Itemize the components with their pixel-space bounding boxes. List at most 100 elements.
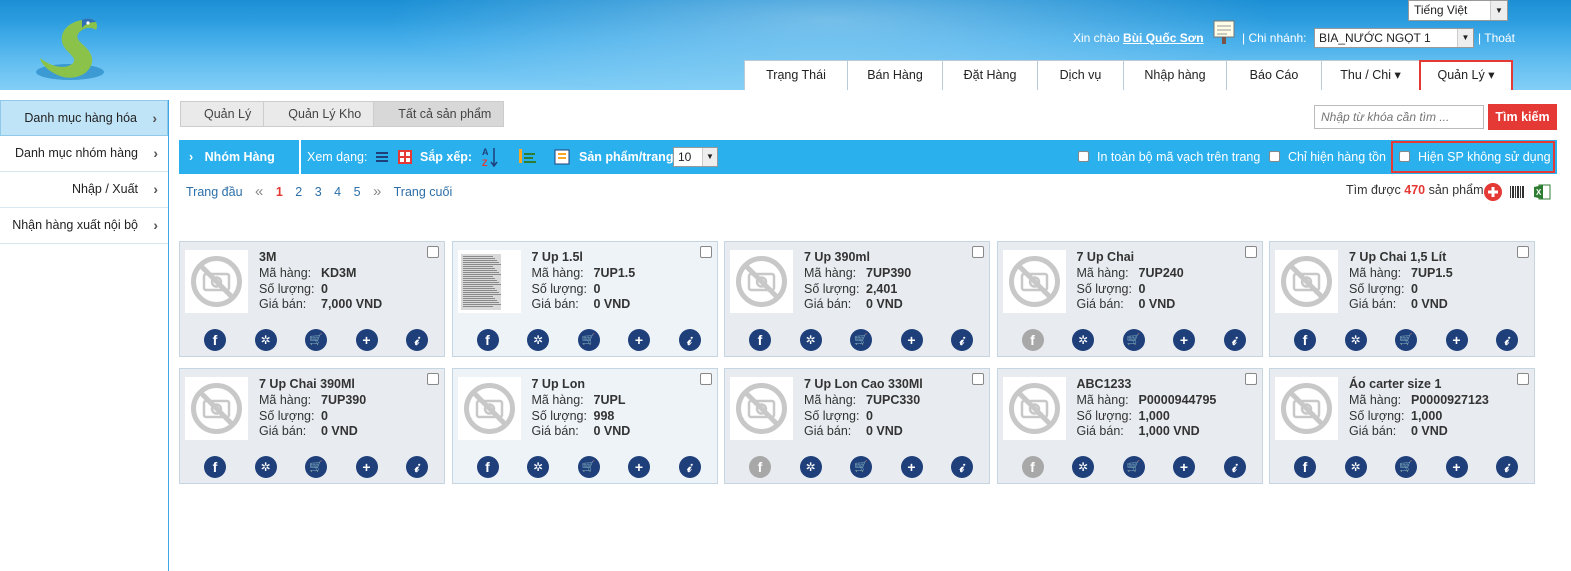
product-image[interactable] [185, 250, 248, 313]
product-select-checkbox[interactable] [427, 373, 439, 385]
settings-icon[interactable]: ✲ [799, 456, 822, 478]
product-card[interactable]: ABC1233 Mã hàng: P0000944795 Số lượng: 1,000… [996, 368, 1263, 484]
facebook-icon[interactable]: f [1294, 329, 1316, 351]
facebook-icon[interactable]: f [1021, 456, 1044, 478]
add-icon[interactable]: + [900, 456, 923, 478]
tab-ban-hang[interactable]: Bán Hàng [847, 60, 943, 90]
product-name[interactable]: 7 Up Chai 390Ml [259, 377, 355, 391]
product-select-checkbox[interactable] [1244, 246, 1257, 258]
settings-icon[interactable]: ✲ [527, 329, 549, 351]
product-name[interactable]: 7 Up Lon Cao 330Ml [804, 377, 923, 391]
product-card[interactable]: 7 Up Chai 1,5 Lít Mã hàng: 7UP1.5 Số lượng:… [1269, 241, 1535, 357]
next-page-link[interactable]: » [373, 183, 381, 200]
settings-icon[interactable]: ✲ [1072, 456, 1094, 478]
settings-icon[interactable]: ✲ [1344, 329, 1367, 351]
edit-icon[interactable]: 𝒾 [678, 456, 701, 478]
sidebar-item-nhap-xuat[interactable]: Nhập / Xuất › [0, 172, 168, 208]
tab-dich-vu[interactable]: Dịch vụ [1037, 60, 1124, 90]
cart-icon[interactable]: 🛒 [1122, 456, 1145, 478]
facebook-icon[interactable]: f [749, 456, 771, 478]
product-name[interactable]: 7 Up Lon [532, 377, 585, 391]
edit-icon[interactable]: 𝒾 [678, 329, 701, 351]
product-name[interactable]: Áo carter size 1 [1349, 377, 1441, 391]
cart-icon[interactable]: 🛒 [1395, 329, 1417, 351]
edit-icon[interactable]: 𝒾 [1496, 456, 1518, 478]
tab-bao-cao[interactable]: Báo Cáo [1226, 60, 1322, 90]
logout-link[interactable]: | Thoát [1478, 31, 1515, 45]
add-icon[interactable]: + [1445, 456, 1468, 478]
edit-icon[interactable]: 𝒾 [1496, 329, 1518, 351]
product-image[interactable] [185, 377, 248, 440]
add-product-icon[interactable] [1483, 182, 1503, 202]
notepad-icon[interactable] [1211, 19, 1237, 45]
product-card[interactable]: Áo carter size 1 Mã hàng: P0000927123 Số lư… [1269, 368, 1535, 484]
product-name[interactable]: 7 Up Chai [1077, 250, 1135, 264]
settings-icon[interactable]: ✲ [254, 456, 277, 478]
product-card[interactable]: 7 Up Chai 390Ml Mã hàng: 7UP390 Số lượng: 0 G… [179, 368, 445, 484]
facebook-icon[interactable]: f [476, 329, 499, 351]
add-icon[interactable]: + [628, 456, 650, 478]
cart-icon[interactable]: 🛒 [1395, 456, 1417, 478]
facebook-icon[interactable]: f [204, 456, 226, 478]
cart-icon[interactable]: 🛒 [577, 329, 600, 351]
sort-az-icon[interactable]: A Z [481, 146, 499, 168]
language-select[interactable]: Tiếng Việt ▼ [1408, 0, 1508, 21]
product-image[interactable] [1275, 377, 1338, 440]
product-card[interactable]: 3M Mã hàng: KD3M Số lượng: 0 Giá bán: 7,000 VN… [179, 241, 445, 357]
print-all-checkbox[interactable] [1078, 151, 1089, 162]
facebook-icon[interactable]: f [204, 329, 226, 351]
search-button[interactable]: Tìm kiếm [1488, 104, 1557, 130]
page-link[interactable]: 5 [354, 185, 361, 199]
grid-view-icon[interactable] [397, 149, 413, 165]
add-icon[interactable]: + [900, 329, 923, 351]
facebook-icon[interactable]: f [476, 456, 499, 478]
product-name[interactable]: 7 Up 1.5l [532, 250, 583, 264]
only-in-stock-option[interactable]: Chỉ hiện hàng tồn [1269, 140, 1386, 174]
page-link[interactable]: 1 [276, 185, 283, 199]
only-stock-checkbox[interactable] [1269, 151, 1280, 162]
edit-icon[interactable]: 𝒾 [406, 456, 428, 478]
product-card[interactable]: 7 Up Lon Cao 330Ml Mã hàng: 7UPC330 Số lượn… [724, 368, 990, 484]
settings-icon[interactable]: ✲ [1344, 456, 1367, 478]
facebook-icon[interactable]: f [1021, 329, 1044, 351]
sidebar-item-nhan-hang-xuat-noi-bo[interactable]: Nhận hàng xuất nội bộ › [0, 208, 168, 244]
product-image[interactable] [1002, 377, 1066, 440]
product-select-checkbox[interactable] [1244, 373, 1257, 385]
list-view-icon[interactable] [374, 149, 390, 165]
print-all-barcodes-option[interactable]: In toàn bộ mã vạch trên trang [1078, 140, 1260, 174]
show-unused-checkbox[interactable] [1399, 151, 1410, 162]
product-image[interactable] [457, 377, 521, 440]
edit-icon[interactable]: 𝒾 [1223, 456, 1246, 478]
product-image[interactable] [1275, 250, 1338, 313]
product-select-checkbox[interactable] [972, 373, 984, 385]
product-name[interactable]: 7 Up Chai 1,5 Lít [1349, 250, 1446, 264]
add-icon[interactable]: + [1173, 456, 1195, 478]
app-logo[interactable] [30, 12, 110, 82]
branch-select[interactable]: BIA_NƯỚC NGỌT 1 ▼ [1314, 28, 1474, 48]
settings-icon[interactable]: ✲ [254, 329, 277, 351]
cart-icon[interactable]: 🛒 [1122, 329, 1145, 351]
cart-icon[interactable]: 🛒 [305, 456, 327, 478]
product-image[interactable] [1002, 250, 1066, 313]
user-name-link[interactable]: Bùi Quốc Sơn [1123, 31, 1204, 45]
tab-trang-thai[interactable]: Trạng Thái [744, 60, 848, 90]
prev-page-link[interactable]: « [255, 183, 263, 200]
product-select-checkbox[interactable] [1517, 246, 1529, 258]
add-icon[interactable]: + [1445, 329, 1468, 351]
product-card[interactable]: 7 Up Chai Mã hàng: 7UP240 Số lượng: 0 Giá bán… [996, 241, 1263, 357]
product-card[interactable]: 7 Up 390ml Mã hàng: 7UP390 Số lượng: 2,401 Gi… [724, 241, 990, 357]
cart-icon[interactable]: 🛒 [850, 329, 872, 351]
add-icon[interactable]: + [628, 329, 650, 351]
search-input[interactable] [1314, 105, 1484, 129]
sidebar-item-danh-muc-hang-hoa[interactable]: Danh mục hàng hóa › [0, 100, 168, 136]
page-link[interactable]: 3 [315, 185, 322, 199]
product-image[interactable] [730, 250, 793, 313]
first-page-link[interactable]: Trang đầu [186, 185, 243, 199]
breadcrumb-item[interactable]: Quản Lý Kho [263, 101, 375, 127]
sort-number-icon[interactable] [517, 147, 537, 167]
breadcrumb-item[interactable]: Quản Lý [180, 101, 265, 127]
product-name[interactable]: 7 Up 390ml [804, 250, 870, 264]
product-name[interactable]: 3M [259, 250, 276, 264]
cart-icon[interactable]: 🛒 [577, 456, 600, 478]
cart-icon[interactable]: 🛒 [305, 329, 327, 351]
